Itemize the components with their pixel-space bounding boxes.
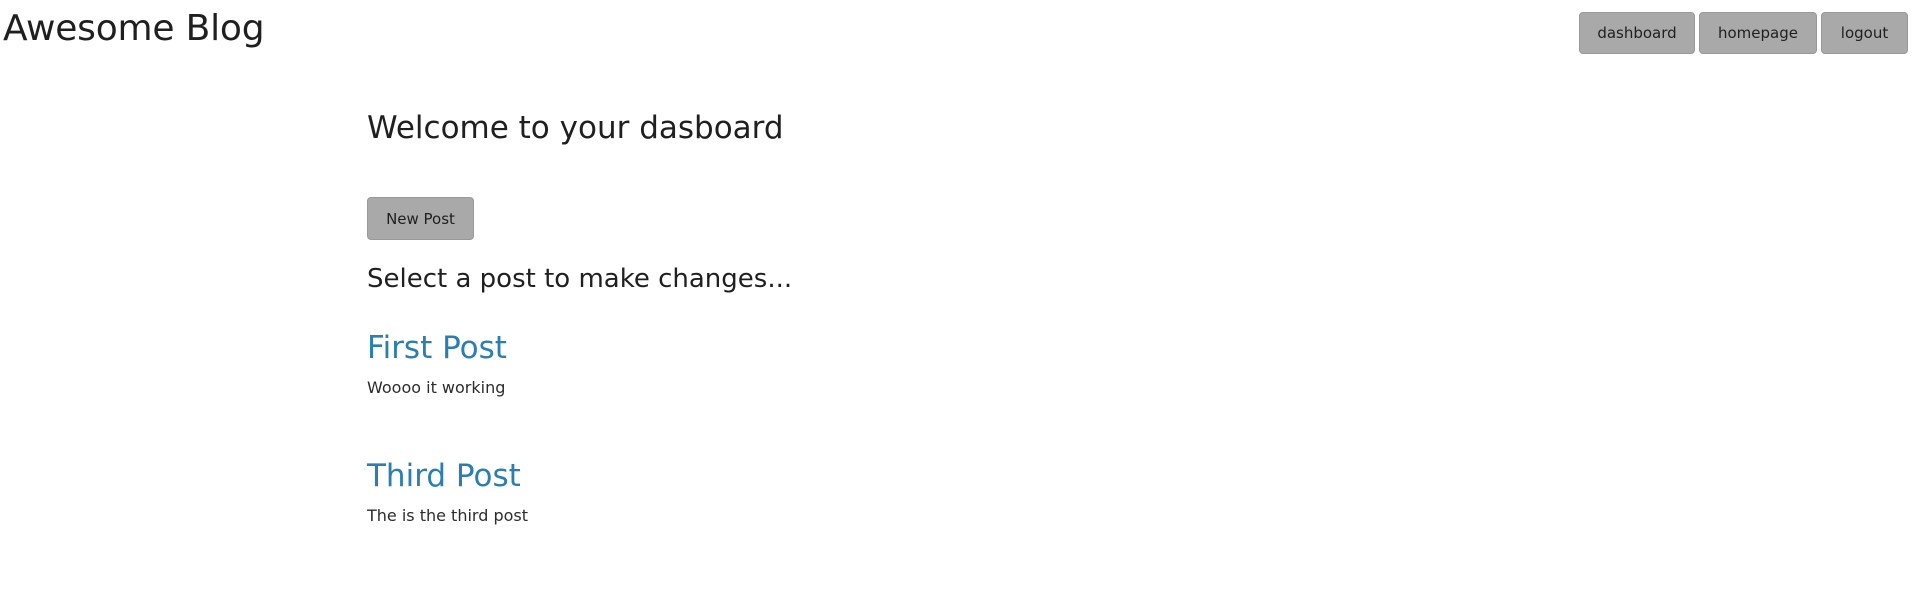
post-item: First Post Woooo it working — [367, 330, 1567, 397]
new-post-button[interactable]: New Post — [367, 197, 474, 240]
header: Awesome Blog dashboard homepage logout — [0, 0, 1912, 60]
logout-button[interactable]: logout — [1821, 12, 1908, 54]
site-brand: Awesome Blog — [3, 8, 265, 49]
homepage-button[interactable]: homepage — [1699, 12, 1817, 54]
post-list: First Post Woooo it working Third Post T… — [367, 330, 1567, 525]
post-excerpt: The is the third post — [367, 506, 529, 525]
post-title-link[interactable]: Third Post — [367, 458, 521, 494]
post-item: Third Post The is the third post — [367, 458, 1567, 525]
dashboard-main: Welcome to your dasboard New Post Select… — [367, 110, 1567, 586]
section-title: Select a post to make changes... — [367, 264, 793, 294]
post-title-link[interactable]: First Post — [367, 330, 507, 366]
top-nav: dashboard homepage logout — [1579, 12, 1908, 54]
dashboard-button[interactable]: dashboard — [1579, 12, 1695, 54]
post-excerpt: Woooo it working — [367, 378, 506, 397]
page-title: Welcome to your dasboard — [367, 110, 784, 146]
